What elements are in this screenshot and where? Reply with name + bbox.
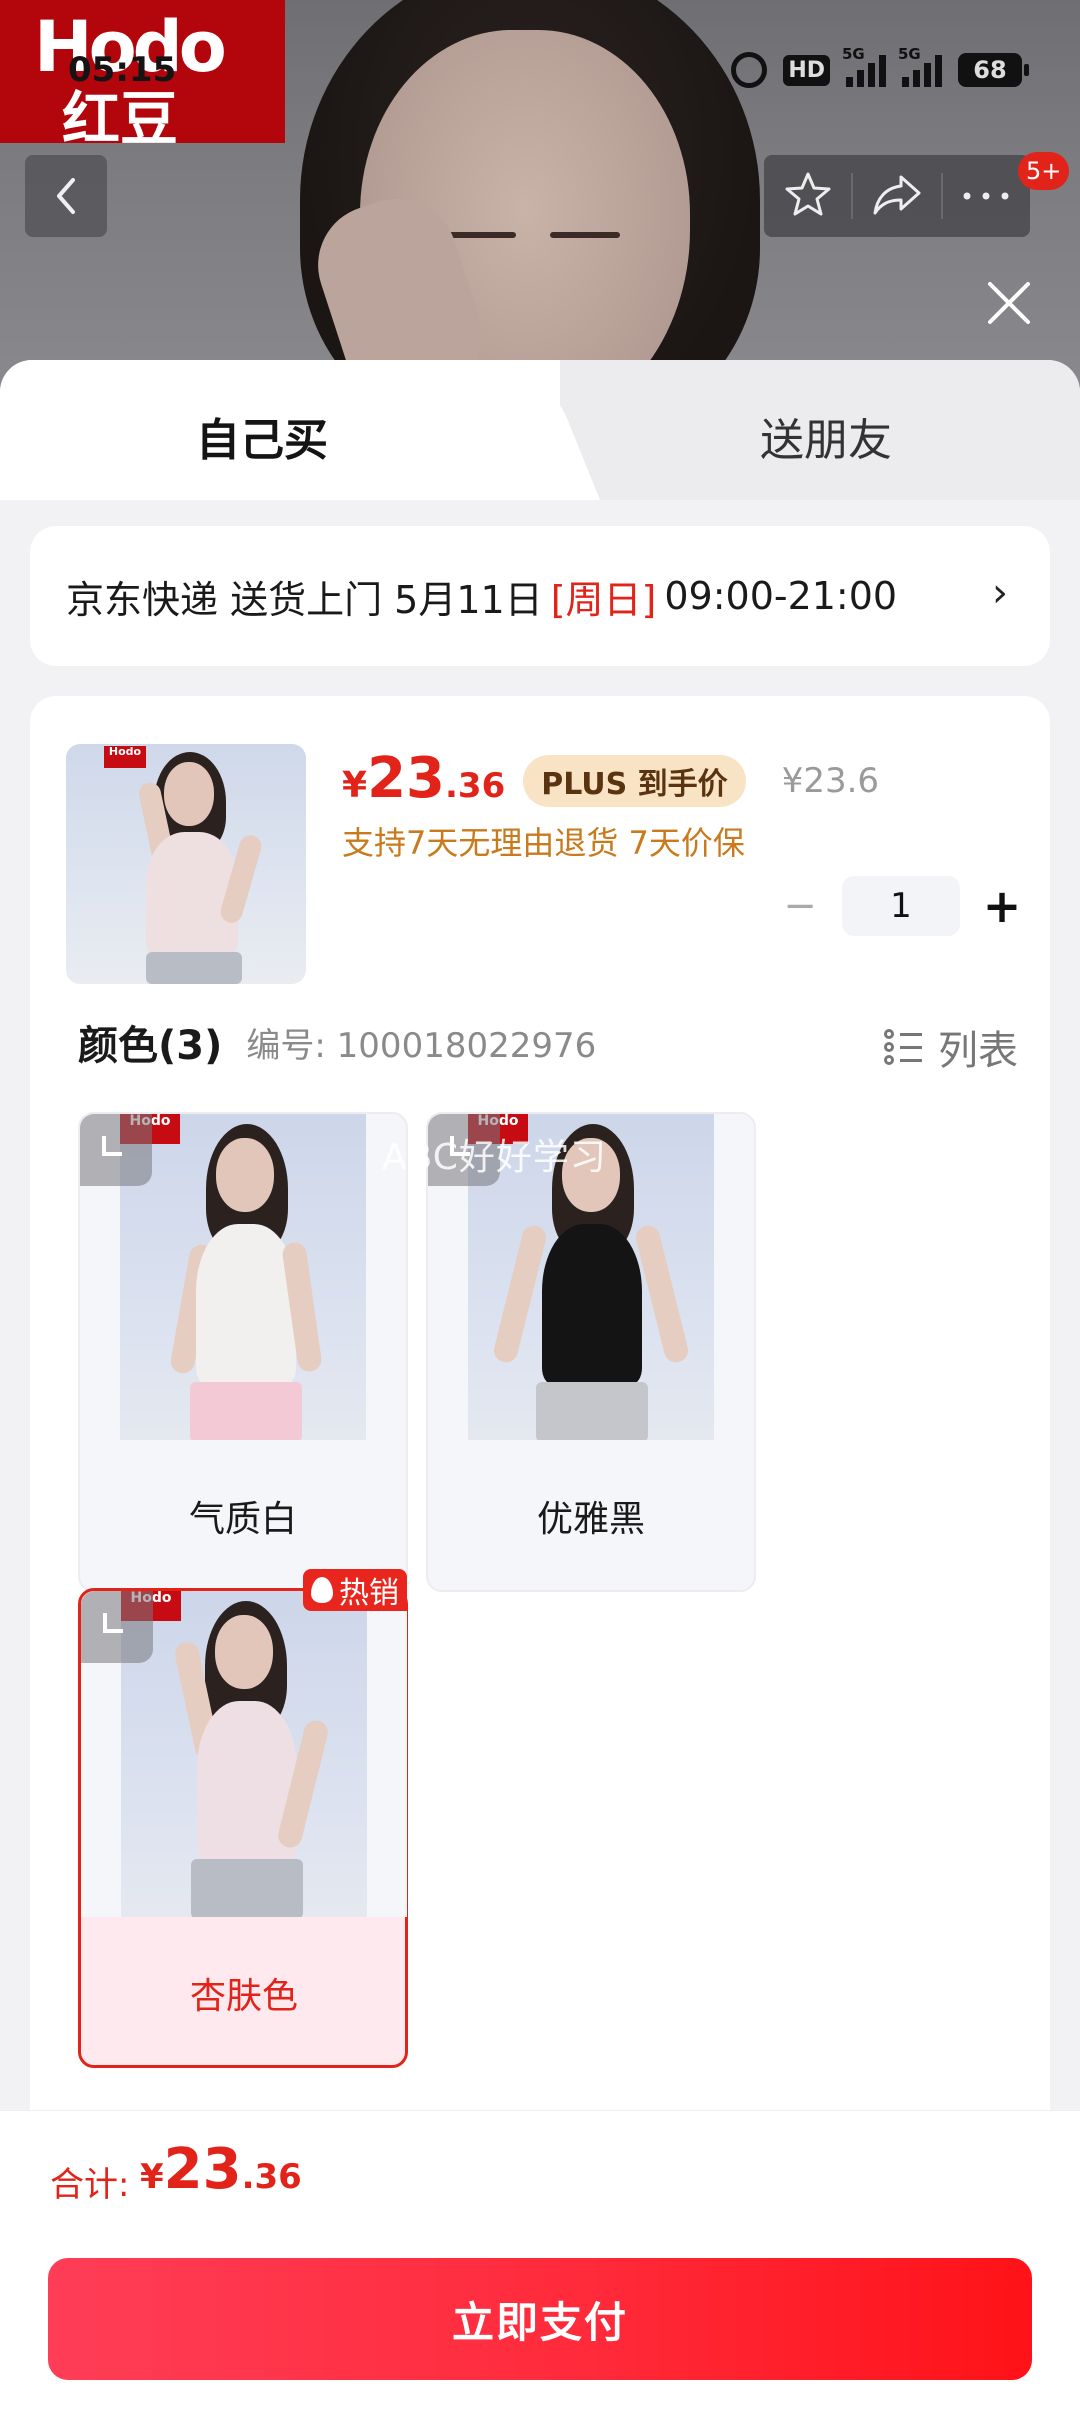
color-option-white[interactable]: Hodo 气质白: [78, 1112, 408, 1592]
price-row: ¥ 23 .36 PLUS 到手价 ¥23.6: [342, 746, 879, 816]
favorite-button[interactable]: [783, 169, 833, 223]
original-price: ¥23.6: [781, 761, 880, 801]
hero-model-eye: [550, 232, 620, 238]
hero-model-eye: [446, 232, 516, 238]
tab-label: 自己买: [196, 415, 328, 466]
return-guarantee: 支持7天无理由退货 7天价保: [342, 824, 745, 862]
quantity-increase-button[interactable]: +: [972, 876, 1032, 936]
close-icon: [988, 282, 1030, 324]
more-button[interactable]: [961, 187, 1011, 206]
total-bar: 合计: ¥ 23 .36: [0, 2110, 1080, 2242]
color-option-label: 优雅黑: [536, 1499, 645, 1540]
product-card: Hodo ¥ 23 .36 PLUS 到手价 ¥23.6 支持7天无理由退货 7…: [30, 696, 1050, 2116]
delivery-weekday: [周日]: [550, 577, 657, 622]
quantity-decrease-button[interactable]: −: [770, 876, 830, 936]
hot-sale-badge: 热销: [303, 1569, 407, 1611]
color-option-black[interactable]: Hodo 优雅黑: [426, 1112, 756, 1592]
brand-logo: Hodo: [104, 746, 146, 768]
price-integer: 23: [367, 746, 445, 811]
delivery-text: 京东快递 送货上门 5月11日: [66, 577, 543, 622]
signal-icon: 5G: [842, 45, 886, 87]
total-price: ¥ 23 .36: [140, 2137, 302, 2202]
share-icon: [873, 175, 921, 215]
zoom-icon[interactable]: [81, 1591, 153, 1663]
status-time: 05:15: [68, 50, 177, 90]
list-toggle-label: 列表: [938, 1028, 1018, 1074]
delivery-time: 09:00-21:00: [664, 574, 898, 618]
product-thumbnail[interactable]: Hodo: [66, 744, 306, 984]
list-icon: [884, 1027, 924, 1067]
star-icon: [785, 172, 831, 216]
signal-icon: 5G: [898, 45, 942, 87]
notification-badge: 5+: [1018, 152, 1070, 190]
alarm-icon: [731, 52, 768, 88]
model-image: [106, 752, 276, 984]
purchase-sheet: 自己买 送朋友 京东快递 送货上门 5月11日 [周日] 09:00-21:00…: [0, 360, 1080, 2412]
zoom-icon[interactable]: [80, 1114, 152, 1186]
quantity-input[interactable]: 1: [842, 876, 960, 936]
watermark: ABC好好学习: [382, 1137, 607, 1178]
total-label: 合计:: [50, 2165, 130, 2205]
status-bar: 05:15 HD 5G 5G 68: [0, 40, 1080, 100]
chevron-right-icon: ›: [992, 570, 1008, 616]
tab-send-friend[interactable]: 送朋友: [760, 404, 892, 468]
list-view-toggle[interactable]: 列表: [884, 1018, 1018, 1076]
pay-now-button[interactable]: 立即支付: [48, 2258, 1032, 2380]
plus-price-tag: PLUS 到手价: [523, 755, 746, 807]
flame-icon: [311, 1577, 333, 1603]
more-dots-icon: [963, 192, 1009, 199]
battery-icon: 68: [958, 53, 1029, 87]
color-section-header: 颜色(3) 编号: 100018022976 列表: [78, 1012, 1018, 1074]
delivery-info-row[interactable]: 京东快递 送货上门 5月11日 [周日] 09:00-21:00 ›: [30, 526, 1050, 666]
close-button[interactable]: [984, 278, 1034, 328]
color-option-label: 杏肤色: [189, 1976, 298, 2017]
pay-bar: 立即支付: [0, 2242, 1080, 2412]
hd-icon: HD: [783, 54, 830, 86]
color-option-apricot[interactable]: Hodo 热销 杏肤色: [78, 1569, 408, 2068]
purchase-tabs: 自己买 送朋友: [0, 360, 1080, 500]
share-button[interactable]: [871, 171, 923, 221]
header-actions: [764, 155, 1030, 237]
quantity-stepper: − 1 +: [770, 876, 1032, 936]
sku-number: 编号: 100018022976: [246, 1025, 597, 1066]
price-symbol: ¥: [342, 765, 368, 806]
chevron-left-icon: [57, 178, 75, 214]
tab-buy-self[interactable]: 自己买: [0, 360, 560, 500]
color-section-title: 颜色(3): [78, 1023, 223, 1069]
back-button[interactable]: [25, 155, 107, 237]
price-decimal: .36: [445, 766, 506, 806]
